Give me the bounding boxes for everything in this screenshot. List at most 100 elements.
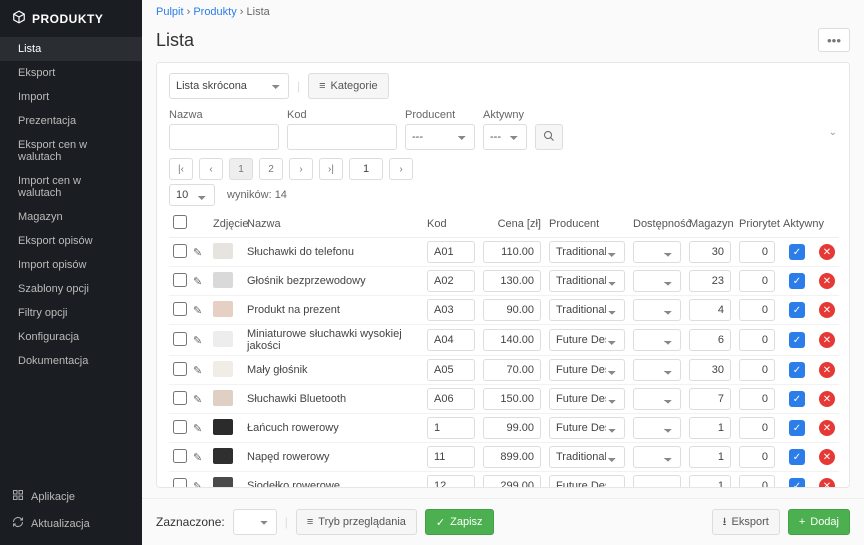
availability-select[interactable] [633,270,681,292]
sidebar-item[interactable]: Szablony opcji [0,277,142,301]
producer-select[interactable]: Future Design [549,475,625,488]
edit-icon[interactable]: ✎ [193,452,202,464]
code-input[interactable] [427,241,475,263]
active-checkbox[interactable]: ✓ [789,362,805,378]
pager-last[interactable]: ›| [319,158,343,180]
row-checkbox[interactable] [173,449,187,463]
stock-input[interactable] [689,241,731,263]
row-checkbox[interactable] [173,362,187,376]
price-input[interactable] [483,388,541,410]
filter-name-input[interactable] [169,124,279,150]
chevron-down-icon[interactable]: ⌄ [829,127,837,138]
delete-button[interactable]: ✕ [819,391,835,407]
page-size-select[interactable]: 10 [169,184,215,206]
bulk-action-select[interactable] [233,509,277,535]
price-input[interactable] [483,417,541,439]
producer-select[interactable]: Traditional W… [549,446,625,468]
producer-select[interactable]: Traditional W… [549,241,625,263]
edit-icon[interactable]: ✎ [193,247,202,259]
availability-select[interactable] [633,299,681,321]
breadcrumb-link[interactable]: Pulpit [156,6,184,18]
pager-input[interactable] [349,158,383,180]
pager-first[interactable]: |‹ [169,158,193,180]
code-input[interactable] [427,359,475,381]
pager-page-1[interactable]: 1 [229,158,253,180]
priority-input[interactable] [739,475,775,488]
row-checkbox[interactable] [173,420,187,434]
edit-icon[interactable]: ✎ [193,276,202,288]
sidebar-item[interactable]: Import opisów [0,253,142,277]
pager-go[interactable]: › [389,158,413,180]
stock-input[interactable] [689,270,731,292]
priority-input[interactable] [739,417,775,439]
producer-select[interactable]: Future Design [549,359,625,381]
pager-prev[interactable]: ‹ [199,158,223,180]
active-checkbox[interactable]: ✓ [789,391,805,407]
stock-input[interactable] [689,446,731,468]
active-checkbox[interactable]: ✓ [789,273,805,289]
filter-producer-select[interactable]: --- [405,124,475,150]
sidebar-item[interactable]: Konfiguracja [0,325,142,349]
availability-select[interactable] [633,388,681,410]
price-input[interactable] [483,299,541,321]
sidebar-item[interactable]: Magazyn [0,205,142,229]
price-input[interactable] [483,359,541,381]
producer-select[interactable]: Future Design [549,417,625,439]
code-input[interactable] [427,417,475,439]
delete-button[interactable]: ✕ [819,273,835,289]
row-checkbox[interactable] [173,302,187,316]
pager-next[interactable]: › [289,158,313,180]
row-checkbox[interactable] [173,244,187,258]
edit-icon[interactable]: ✎ [193,394,202,406]
producer-select[interactable]: Future Design [549,329,625,351]
filter-active-select[interactable]: --- [483,124,527,150]
price-input[interactable] [483,241,541,263]
availability-select[interactable] [633,446,681,468]
delete-button[interactable]: ✕ [819,244,835,260]
row-checkbox[interactable] [173,273,187,287]
add-button[interactable]: + Dodaj [788,509,850,535]
stock-input[interactable] [689,388,731,410]
availability-select[interactable] [633,241,681,263]
code-input[interactable] [427,299,475,321]
priority-input[interactable] [739,359,775,381]
active-checkbox[interactable]: ✓ [789,449,805,465]
code-input[interactable] [427,475,475,488]
browse-mode-button[interactable]: ≡ Tryb przeglądania [296,509,417,535]
delete-button[interactable]: ✕ [819,449,835,465]
sidebar-item[interactable]: Eksport [0,61,142,85]
stock-input[interactable] [689,417,731,439]
code-input[interactable] [427,388,475,410]
producer-select[interactable]: Traditional W… [549,299,625,321]
code-input[interactable] [427,270,475,292]
availability-select[interactable] [633,359,681,381]
stock-input[interactable] [689,359,731,381]
availability-select[interactable] [633,475,681,488]
stock-input[interactable] [689,299,731,321]
availability-select[interactable] [633,417,681,439]
price-input[interactable] [483,329,541,351]
row-checkbox[interactable] [173,478,187,489]
sidebar-item[interactable]: Prezentacja [0,109,142,133]
sidebar-item[interactable]: Import [0,85,142,109]
sidebar-item[interactable]: Dokumentacja [0,349,142,373]
sidebar-item[interactable]: Eksport cen w walutach [0,133,142,169]
delete-button[interactable]: ✕ [819,478,835,488]
active-checkbox[interactable]: ✓ [789,302,805,318]
save-button[interactable]: ✓ Zapisz [425,509,494,535]
stock-input[interactable] [689,329,731,351]
active-checkbox[interactable]: ✓ [789,332,805,348]
row-checkbox[interactable] [173,391,187,405]
view-select[interactable]: Lista skrócona [169,73,289,99]
filter-code-input[interactable] [287,124,397,150]
edit-icon[interactable]: ✎ [193,335,202,347]
categories-button[interactable]: ≡ Kategorie [308,73,389,99]
producer-select[interactable]: Future Design [549,388,625,410]
priority-input[interactable] [739,241,775,263]
price-input[interactable] [483,475,541,488]
sidebar-item[interactable]: Eksport opisów [0,229,142,253]
search-button[interactable] [535,124,563,150]
more-button[interactable]: ••• [818,28,850,52]
sidebar-footer-item[interactable]: Aplikacje [0,483,142,510]
breadcrumb-link[interactable]: Produkty [193,6,236,18]
